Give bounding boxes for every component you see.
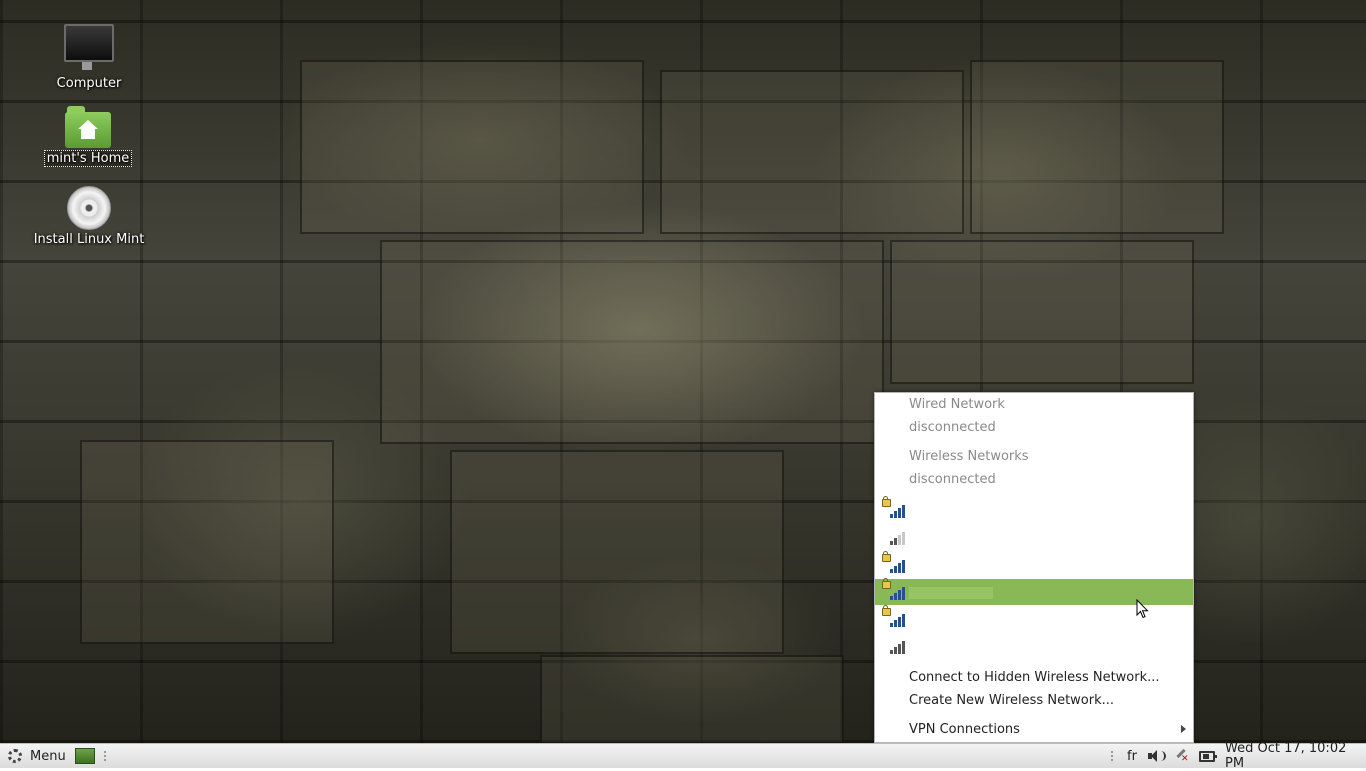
- wallpaper-relief: [890, 240, 1194, 384]
- home-folder-icon: [65, 106, 111, 148]
- signal-bar: [890, 541, 893, 545]
- wallpaper-relief: [450, 450, 784, 654]
- signal-strength-icon: [884, 529, 905, 545]
- wireless-networks-label: Wireless Networks: [909, 449, 1029, 464]
- vpn-connections-item[interactable]: VPN Connections: [875, 720, 1193, 742]
- wallpaper-relief: [540, 655, 844, 744]
- signal-bar: [894, 566, 897, 573]
- wireless-status-label: disconnected: [909, 472, 996, 487]
- desktop-icon-label: Install Linux Mint: [33, 232, 145, 247]
- signal-bar: [894, 647, 897, 654]
- speaker-icon: [1148, 749, 1166, 763]
- show-desktop-button[interactable]: [75, 744, 95, 768]
- vpn-label: VPN Connections: [909, 722, 1020, 737]
- lock-icon: [882, 605, 891, 616]
- signal-bar: [898, 508, 901, 518]
- clock[interactable]: Wed Oct 17, 10:02 PM: [1225, 741, 1366, 771]
- signal-bar: [898, 590, 901, 600]
- wallpaper-relief: [300, 60, 644, 234]
- signal-bar: [902, 614, 905, 627]
- taskbar: Menu fr Wed Oct 17, 10:02 PM: [0, 741, 1366, 771]
- signal-bar: [894, 538, 897, 545]
- secured-signal-icon: [882, 578, 905, 600]
- network-applet[interactable]: [1174, 744, 1189, 768]
- volume-applet[interactable]: [1148, 744, 1166, 768]
- signal-bar: [894, 511, 897, 518]
- secured-signal-icon: [882, 496, 905, 518]
- signal-bar: [902, 587, 905, 600]
- signal-bar: [898, 535, 901, 545]
- computer-icon: [64, 24, 114, 70]
- wireless-network-item[interactable]: [875, 551, 1193, 578]
- grip-icon: [104, 751, 108, 761]
- signal-bar: [890, 514, 893, 518]
- desktop-icon-computer[interactable]: Computer: [44, 24, 134, 91]
- keyboard-layout-indicator[interactable]: fr: [1127, 744, 1137, 768]
- desktop-icon-home[interactable]: mint's Home: [42, 106, 134, 167]
- signal-bar: [890, 623, 893, 627]
- wireless-network-item[interactable]: [875, 496, 1193, 523]
- wireless-networks-status: disconnected: [875, 470, 1193, 492]
- wallpaper-relief: [970, 60, 1224, 234]
- mouse-cursor-icon: [1136, 599, 1149, 619]
- power-applet[interactable]: [1199, 744, 1217, 768]
- signal-bar: [894, 593, 897, 600]
- create-new-network-item[interactable]: Create New Wireless Network...: [875, 691, 1193, 713]
- signal-bar: [902, 560, 905, 573]
- gear-icon: [8, 749, 22, 763]
- secured-signal-icon: [882, 551, 905, 573]
- signal-bar: [898, 617, 901, 627]
- create-new-label: Create New Wireless Network...: [909, 693, 1115, 708]
- submenu-arrow-icon: [1181, 725, 1186, 733]
- signal-bar: [894, 620, 897, 627]
- signal-bar: [902, 641, 905, 654]
- grip-icon: [1111, 751, 1115, 761]
- network-menu: Wired Network disconnected Wireless Netw…: [874, 392, 1194, 743]
- house-icon: [78, 120, 98, 129]
- secured-signal-icon: [882, 605, 905, 627]
- network-disconnected-icon: [1174, 749, 1189, 764]
- keyboard-layout-label: fr: [1127, 748, 1137, 764]
- wired-status-label: disconnected: [909, 420, 996, 435]
- signal-bar: [890, 650, 893, 654]
- signal-bar: [890, 569, 893, 573]
- signal-bar: [902, 505, 905, 518]
- clock-label: Wed Oct 17, 10:02 PM: [1225, 741, 1347, 771]
- lock-icon: [882, 551, 891, 562]
- signal-bar: [898, 563, 901, 573]
- connect-hidden-network-item[interactable]: Connect to Hidden Wireless Network...: [875, 668, 1193, 690]
- desktop-icon-label: Computer: [56, 76, 122, 91]
- wired-network-label: Wired Network: [909, 397, 1005, 412]
- network-name-highlight: [909, 587, 993, 599]
- wallpaper-relief: [380, 240, 884, 444]
- desktop-icon-install[interactable]: Install Linux Mint: [30, 186, 148, 247]
- lock-icon: [882, 578, 891, 589]
- panel-grip[interactable]: [104, 744, 108, 768]
- signal-bar: [890, 596, 893, 600]
- signal-bar: [902, 532, 905, 545]
- wallpaper-relief: [80, 440, 334, 644]
- wallpaper-relief: [660, 70, 964, 234]
- wireless-network-item[interactable]: [875, 633, 1193, 659]
- wired-network-header: Wired Network: [875, 395, 1193, 417]
- signal-bar: [898, 644, 901, 654]
- wireless-networks-header: Wireless Networks: [875, 447, 1193, 469]
- desktop-icon-label: mint's Home: [43, 150, 133, 167]
- lock-icon: [882, 496, 891, 507]
- wired-network-status: disconnected: [875, 418, 1193, 440]
- disc-icon: [67, 186, 111, 230]
- signal-strength-icon: [884, 638, 905, 654]
- menu-label: Menu: [30, 748, 66, 764]
- menu-button[interactable]: Menu: [8, 744, 66, 768]
- wireless-network-item[interactable]: [875, 524, 1193, 550]
- connect-hidden-label: Connect to Hidden Wireless Network...: [909, 670, 1160, 685]
- show-desktop-icon: [75, 748, 95, 764]
- panel-grip[interactable]: [1111, 744, 1115, 768]
- battery-icon: [1199, 750, 1217, 762]
